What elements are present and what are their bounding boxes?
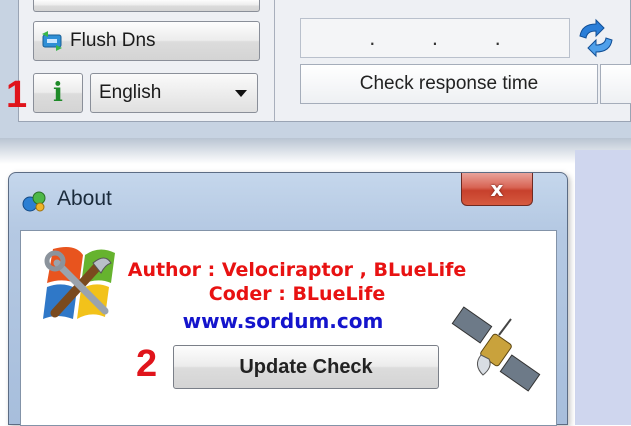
step-marker-2: 2 (136, 343, 158, 385)
dns-ip-field[interactable]: . . . (300, 18, 570, 58)
column-header-response-time[interactable]: Check response time (300, 64, 598, 104)
update-check-button[interactable]: Update Check (173, 345, 439, 389)
about-titlebar[interactable]: About x (9, 173, 567, 225)
ip-dot-1: . (369, 25, 376, 50)
main-window: Flush Dns i English 1 . . . Check respon… (0, 0, 631, 164)
step-marker-1: 1 (6, 74, 28, 116)
about-content: Author : Velociraptor , BLueLife Coder :… (20, 230, 557, 426)
background-area (575, 150, 631, 425)
satellite-icon (451, 306, 541, 392)
close-icon: x (490, 177, 504, 201)
app-icon (22, 191, 46, 212)
column-header-next[interactable] (600, 64, 631, 104)
language-select[interactable]: English (90, 73, 258, 113)
info-icon: i (53, 78, 63, 108)
language-selected-value: English (99, 82, 162, 103)
coder-text: Coder : BLueLife (208, 283, 386, 305)
top-button-partial[interactable] (33, 0, 260, 12)
flush-dns-label: Flush Dns (70, 30, 156, 51)
chevron-down-icon (235, 90, 247, 97)
flush-dns-icon (42, 31, 62, 51)
refresh-icon[interactable] (574, 18, 618, 58)
about-title: About (57, 187, 112, 210)
window-shadow (0, 138, 631, 164)
website-link[interactable]: www.sordum.com (103, 309, 463, 333)
flush-dns-button[interactable]: Flush Dns (33, 21, 260, 61)
close-button[interactable]: x (461, 173, 533, 206)
author-text: Author : Velociraptor , BLueLife (127, 259, 467, 281)
ip-dot-3: . (494, 25, 501, 50)
ip-dot-2: . (431, 25, 439, 50)
about-dialog: About x Author : Velociraptor , BLueLife… (8, 172, 568, 426)
info-button[interactable]: i (33, 73, 83, 113)
